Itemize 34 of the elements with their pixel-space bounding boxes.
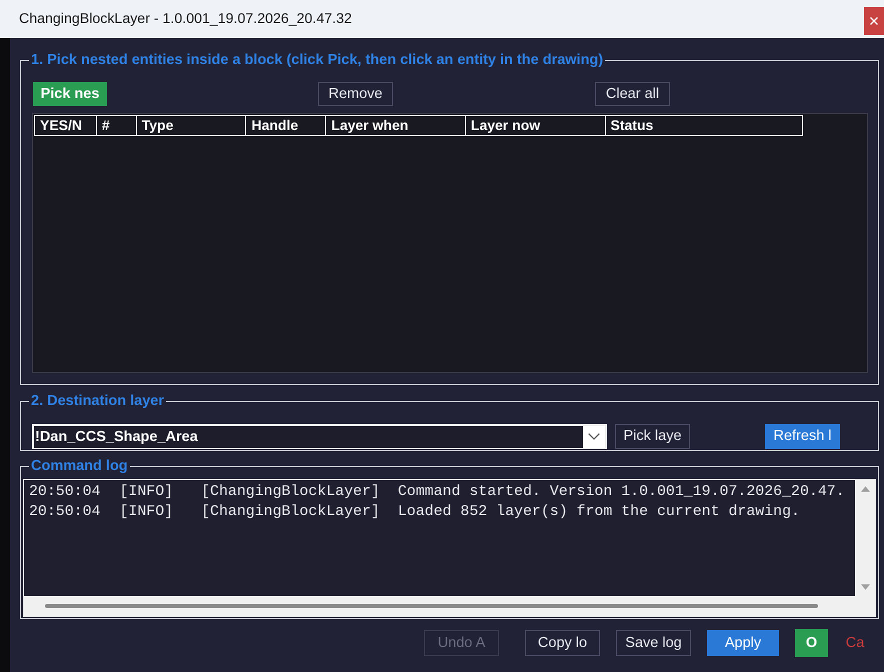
column-header[interactable]: # bbox=[96, 116, 136, 135]
log-source: [ChangingBlockLayer] bbox=[201, 503, 380, 522]
refresh-button[interactable]: Refresh l bbox=[765, 424, 840, 448]
log-message: Loaded 852 layer(s) from the current drawing. bbox=[398, 503, 800, 522]
group-title: 1. Pick nested entities inside a block (click Pick, then click an entity in the drawing) bbox=[30, 51, 604, 69]
pick-layer-button[interactable]: Pick laye bbox=[615, 424, 690, 448]
log-level: [INFO] bbox=[120, 503, 174, 522]
column-header[interactable]: Layer when bbox=[325, 116, 465, 135]
column-header[interactable]: Handle bbox=[245, 116, 326, 135]
log-textbox[interactable]: 20:50:04 [INFO] [ChangingBlockLayer] Command started. Version 1.0.001_19.07.2026_20.47. 20:50:04 [INFO] [ChangingBlockLayer] Loaded 852 layer(s) from the current drawing. bbox=[23, 479, 876, 617]
log-time: 20:50:04 bbox=[29, 503, 100, 522]
close-icon bbox=[870, 17, 878, 25]
copy-log-button[interactable]: Copy lo bbox=[525, 630, 600, 656]
column-header[interactable]: Layer now bbox=[464, 116, 605, 135]
log-time: 20:50:04 bbox=[29, 483, 100, 502]
chevron-down-icon bbox=[588, 433, 600, 440]
log-source: [ChangingBlockLayer] bbox=[201, 483, 380, 502]
window-title: ChangingBlockLayer - 1.0.001_19.07.2026_20.47.32 bbox=[19, 11, 352, 27]
group-title: Command log bbox=[30, 457, 129, 475]
column-header[interactable]: Status bbox=[604, 116, 802, 135]
scroll-up-icon[interactable] bbox=[860, 486, 870, 492]
apply-button[interactable]: Apply bbox=[707, 630, 779, 656]
layer-select[interactable]: !Dan_CCS_Shape_Area bbox=[32, 424, 607, 448]
log-message: Command started. Version 1.0.001_19.07.2026_20.47. bbox=[398, 483, 845, 502]
column-header[interactable]: Type bbox=[136, 116, 246, 135]
log-level: [INFO] bbox=[120, 483, 174, 502]
close-button[interactable] bbox=[864, 7, 884, 35]
column-header[interactable]: YES/N bbox=[35, 116, 96, 135]
group-title: 2. Destination layer bbox=[30, 392, 165, 410]
save-log-button[interactable]: Save log bbox=[616, 630, 691, 656]
clear-all-button[interactable]: Clear all bbox=[595, 82, 670, 106]
scrollbar-thumb[interactable] bbox=[45, 604, 818, 608]
remove-button[interactable]: Remove bbox=[318, 82, 393, 106]
scroll-down-icon[interactable] bbox=[860, 584, 870, 590]
